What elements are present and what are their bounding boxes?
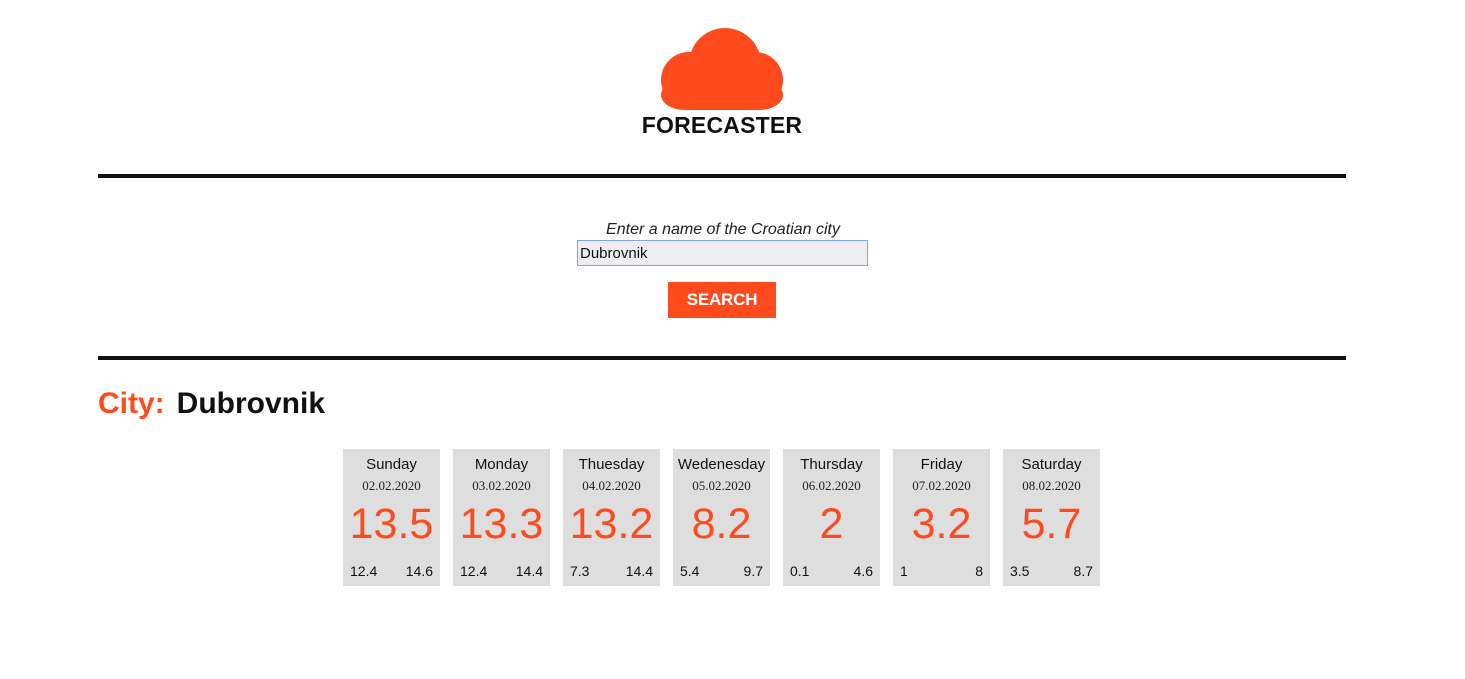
day-temperature: 13.3 xyxy=(459,500,544,548)
day-max-temperature: 4.6 xyxy=(853,563,873,579)
day-min-temperature: 7.3 xyxy=(570,563,590,579)
day-name: Saturday xyxy=(1021,456,1082,473)
day-card: Thursday 06.02.2020 2 0.1 4.6 xyxy=(783,449,880,586)
city-search-input[interactable] xyxy=(577,240,868,266)
day-name: Thursday xyxy=(800,456,863,473)
day-max-temperature: 14.6 xyxy=(405,563,433,579)
day-min-temperature: 5.4 xyxy=(680,563,700,579)
day-date: 04.02.2020 xyxy=(582,478,641,493)
city-name: Dubrovnik xyxy=(176,387,326,420)
day-date: 06.02.2020 xyxy=(802,478,861,493)
logo: FORECASTER xyxy=(622,28,822,139)
city-label: City: xyxy=(98,387,165,420)
day-date: 08.02.2020 xyxy=(1022,478,1081,493)
day-card: Saturday 08.02.2020 5.7 3.5 8.7 xyxy=(1003,449,1100,586)
day-card: Sunday 02.02.2020 13.5 12.4 14.6 xyxy=(343,449,440,586)
page: FORECASTER Enter a name of the Croatian … xyxy=(0,0,1465,679)
day-date: 03.02.2020 xyxy=(472,478,531,493)
day-name: Monday xyxy=(474,456,529,473)
day-max-temperature: 14.4 xyxy=(625,563,653,579)
city-heading: City: Dubrovnik xyxy=(98,387,325,421)
day-max-temperature: 8.7 xyxy=(1073,563,1093,579)
day-temperature: 2 xyxy=(819,500,844,548)
day-card: Thuesday 04.02.2020 13.2 7.3 14.4 xyxy=(563,449,660,586)
cloud-icon xyxy=(661,28,783,110)
day-temperature: 3.2 xyxy=(911,500,972,548)
day-temperature: 13.2 xyxy=(569,500,654,548)
day-min-temperature: 1 xyxy=(900,563,908,579)
day-temperature: 8.2 xyxy=(691,500,752,548)
day-name: Thuesday xyxy=(578,456,645,473)
day-max-temperature: 8 xyxy=(975,563,983,579)
day-min-temperature: 0.1 xyxy=(790,563,810,579)
day-card: Wedenesday 05.02.2020 8.2 5.4 9.7 xyxy=(673,449,770,586)
day-card: Monday 03.02.2020 13.3 12.4 14.4 xyxy=(453,449,550,586)
brand-title: FORECASTER xyxy=(641,112,803,138)
day-date: 05.02.2020 xyxy=(692,478,751,493)
search-label: Enter a name of the Croatian city xyxy=(606,221,840,238)
divider-bottom xyxy=(98,356,1346,360)
day-temperature: 5.7 xyxy=(1021,500,1082,548)
search-button[interactable]: SEARCH xyxy=(668,282,776,318)
day-name: Wedenesday xyxy=(677,456,766,473)
day-min-temperature: 12.4 xyxy=(460,563,488,579)
day-date: 02.02.2020 xyxy=(362,478,421,493)
forecast-list: Sunday 02.02.2020 13.5 12.4 14.6 Monday … xyxy=(343,449,1100,586)
divider-top xyxy=(98,174,1346,178)
day-max-temperature: 9.7 xyxy=(743,563,763,579)
day-max-temperature: 14.4 xyxy=(515,563,543,579)
day-min-temperature: 3.5 xyxy=(1010,563,1030,579)
day-name: Friday xyxy=(920,456,963,473)
day-temperature: 13.5 xyxy=(349,500,434,548)
day-name: Sunday xyxy=(366,456,417,473)
day-card: Friday 07.02.2020 3.2 1 8 xyxy=(893,449,990,586)
day-min-temperature: 12.4 xyxy=(350,563,378,579)
day-date: 07.02.2020 xyxy=(912,478,971,493)
